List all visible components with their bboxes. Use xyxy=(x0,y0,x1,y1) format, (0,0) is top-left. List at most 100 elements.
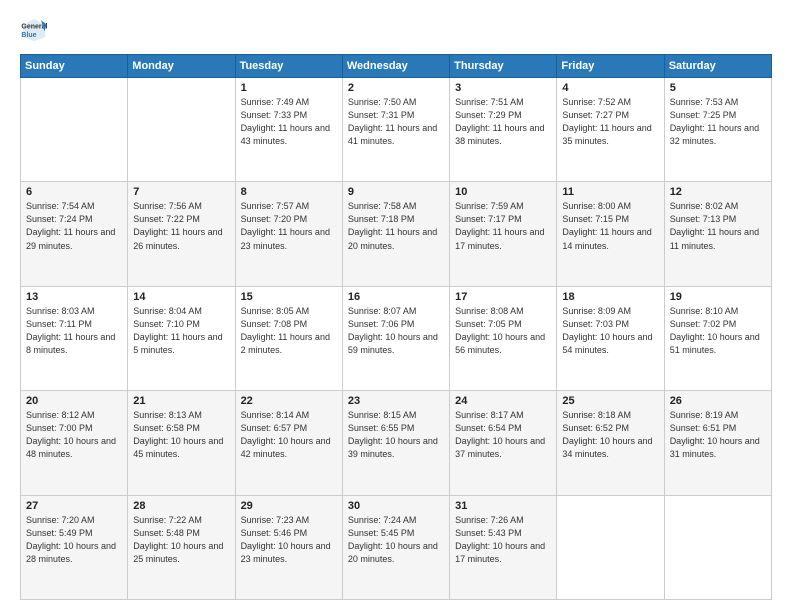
day-number: 6 xyxy=(26,186,122,198)
day-number: 27 xyxy=(26,500,122,512)
day-cell: 28 Sunrise: 7:22 AM Sunset: 5:48 PM Dayli… xyxy=(128,495,235,599)
day-info: Sunrise: 8:15 AM Sunset: 6:55 PM Dayligh… xyxy=(348,409,444,461)
day-number: 2 xyxy=(348,82,444,94)
day-cell: 3 Sunrise: 7:51 AM Sunset: 7:29 PM Daylig… xyxy=(450,78,557,182)
day-info: Sunrise: 7:54 AM Sunset: 7:24 PM Dayligh… xyxy=(26,200,122,252)
day-cell: 23 Sunrise: 8:15 AM Sunset: 6:55 PM Dayli… xyxy=(342,391,449,495)
day-number: 8 xyxy=(241,186,337,198)
day-cell: 25 Sunrise: 8:18 AM Sunset: 6:52 PM Dayli… xyxy=(557,391,664,495)
day-number: 31 xyxy=(455,500,551,512)
day-info: Sunrise: 7:59 AM Sunset: 7:17 PM Dayligh… xyxy=(455,200,551,252)
day-info: Sunrise: 8:12 AM Sunset: 7:00 PM Dayligh… xyxy=(26,409,122,461)
day-cell: 24Sunrise: 8:17 AM Sunset: 6:54 PM Dayli… xyxy=(450,391,557,495)
day-number: 30 xyxy=(348,500,444,512)
day-info: Sunrise: 8:02 AM Sunset: 7:13 PM Dayligh… xyxy=(670,200,766,252)
day-info: Sunrise: 8:07 AM Sunset: 7:06 PM Dayligh… xyxy=(348,305,444,357)
week-row-3: 13 Sunrise: 8:03 AM Sunset: 7:11 PM Dayli… xyxy=(21,286,772,390)
calendar: SundayMondayTuesdayWednesdayThursdayFrid… xyxy=(20,54,772,600)
day-cell: 8Sunrise: 7:57 AM Sunset: 7:20 PM Daylig… xyxy=(235,182,342,286)
weekday-header-thursday: Thursday xyxy=(450,55,557,78)
day-number: 20 xyxy=(26,395,122,407)
day-number: 14 xyxy=(133,291,229,303)
week-row-1: 1Sunrise: 7:49 AM Sunset: 7:33 PM Daylig… xyxy=(21,78,772,182)
day-cell: 11Sunrise: 8:00 AM Sunset: 7:15 PM Dayli… xyxy=(557,182,664,286)
day-number: 29 xyxy=(241,500,337,512)
weekday-header-wednesday: Wednesday xyxy=(342,55,449,78)
day-cell: 2 Sunrise: 7:50 AM Sunset: 7:31 PM Daylig… xyxy=(342,78,449,182)
day-info: Sunrise: 8:13 AM Sunset: 6:58 PM Dayligh… xyxy=(133,409,229,461)
day-number: 19 xyxy=(670,291,766,303)
day-info: Sunrise: 8:05 AM Sunset: 7:08 PM Dayligh… xyxy=(241,305,337,357)
day-cell: 27 Sunrise: 7:20 AM Sunset: 5:49 PM Dayli… xyxy=(21,495,128,599)
day-cell: 6 Sunrise: 7:54 AM Sunset: 7:24 PM Daylig… xyxy=(21,182,128,286)
day-cell: 29 Sunrise: 7:23 AM Sunset: 5:46 PM Dayli… xyxy=(235,495,342,599)
day-number: 23 xyxy=(348,395,444,407)
day-number: 4 xyxy=(562,82,658,94)
day-cell: 22 Sunrise: 8:14 AM Sunset: 6:57 PM Dayli… xyxy=(235,391,342,495)
day-number: 13 xyxy=(26,291,122,303)
generalblue-icon: General Blue xyxy=(20,16,48,44)
day-info: Sunrise: 8:09 AM Sunset: 7:03 PM Dayligh… xyxy=(562,305,658,357)
day-cell: 9Sunrise: 7:58 AM Sunset: 7:18 PM Daylig… xyxy=(342,182,449,286)
day-info: Sunrise: 7:56 AM Sunset: 7:22 PM Dayligh… xyxy=(133,200,229,252)
day-number: 21 xyxy=(133,395,229,407)
week-row-4: 20 Sunrise: 8:12 AM Sunset: 7:00 PM Dayli… xyxy=(21,391,772,495)
weekday-header-saturday: Saturday xyxy=(664,55,771,78)
day-info: Sunrise: 7:24 AM Sunset: 5:45 PM Dayligh… xyxy=(348,514,444,566)
day-cell: 19 Sunrise: 8:10 AM Sunset: 7:02 PM Dayli… xyxy=(664,286,771,390)
day-info: Sunrise: 8:08 AM Sunset: 7:05 PM Dayligh… xyxy=(455,305,551,357)
day-cell: 14 Sunrise: 8:04 AM Sunset: 7:10 PM Dayli… xyxy=(128,286,235,390)
day-number: 22 xyxy=(241,395,337,407)
weekday-header-tuesday: Tuesday xyxy=(235,55,342,78)
day-number: 28 xyxy=(133,500,229,512)
day-cell: 26Sunrise: 8:19 AM Sunset: 6:51 PM Dayli… xyxy=(664,391,771,495)
day-number: 15 xyxy=(241,291,337,303)
day-cell: 20 Sunrise: 8:12 AM Sunset: 7:00 PM Dayli… xyxy=(21,391,128,495)
day-number: 10 xyxy=(455,186,551,198)
day-number: 3 xyxy=(455,82,551,94)
week-row-5: 27 Sunrise: 7:20 AM Sunset: 5:49 PM Dayli… xyxy=(21,495,772,599)
calendar-header-row: SundayMondayTuesdayWednesdayThursdayFrid… xyxy=(21,55,772,78)
day-number: 25 xyxy=(562,395,658,407)
day-info: Sunrise: 8:17 AM Sunset: 6:54 PM Dayligh… xyxy=(455,409,551,461)
logo: General Blue xyxy=(20,16,52,44)
header: General Blue xyxy=(20,16,772,44)
day-info: Sunrise: 8:04 AM Sunset: 7:10 PM Dayligh… xyxy=(133,305,229,357)
day-number: 17 xyxy=(455,291,551,303)
day-number: 1 xyxy=(241,82,337,94)
day-cell: 15 Sunrise: 8:05 AM Sunset: 7:08 PM Dayli… xyxy=(235,286,342,390)
day-cell: 4 Sunrise: 7:52 AM Sunset: 7:27 PM Daylig… xyxy=(557,78,664,182)
day-number: 5 xyxy=(670,82,766,94)
day-info: Sunrise: 8:10 AM Sunset: 7:02 PM Dayligh… xyxy=(670,305,766,357)
day-cell: 21 Sunrise: 8:13 AM Sunset: 6:58 PM Dayli… xyxy=(128,391,235,495)
day-cell: 12 Sunrise: 8:02 AM Sunset: 7:13 PM Dayli… xyxy=(664,182,771,286)
day-info: Sunrise: 8:14 AM Sunset: 6:57 PM Dayligh… xyxy=(241,409,337,461)
day-info: Sunrise: 7:52 AM Sunset: 7:27 PM Dayligh… xyxy=(562,96,658,148)
day-cell: 17 Sunrise: 8:08 AM Sunset: 7:05 PM Dayli… xyxy=(450,286,557,390)
day-cell: 7Sunrise: 7:56 AM Sunset: 7:22 PM Daylig… xyxy=(128,182,235,286)
day-cell: 30 Sunrise: 7:24 AM Sunset: 5:45 PM Dayli… xyxy=(342,495,449,599)
day-cell xyxy=(664,495,771,599)
day-cell: 16 Sunrise: 8:07 AM Sunset: 7:06 PM Dayli… xyxy=(342,286,449,390)
weekday-header-friday: Friday xyxy=(557,55,664,78)
day-info: Sunrise: 7:51 AM Sunset: 7:29 PM Dayligh… xyxy=(455,96,551,148)
day-number: 12 xyxy=(670,186,766,198)
svg-text:Blue: Blue xyxy=(21,32,36,39)
day-info: Sunrise: 7:23 AM Sunset: 5:46 PM Dayligh… xyxy=(241,514,337,566)
day-cell: 31Sunrise: 7:26 AM Sunset: 5:43 PM Dayli… xyxy=(450,495,557,599)
day-cell xyxy=(557,495,664,599)
day-info: Sunrise: 7:53 AM Sunset: 7:25 PM Dayligh… xyxy=(670,96,766,148)
day-info: Sunrise: 8:00 AM Sunset: 7:15 PM Dayligh… xyxy=(562,200,658,252)
day-number: 16 xyxy=(348,291,444,303)
day-info: Sunrise: 7:50 AM Sunset: 7:31 PM Dayligh… xyxy=(348,96,444,148)
day-number: 18 xyxy=(562,291,658,303)
day-cell: 18 Sunrise: 8:09 AM Sunset: 7:03 PM Dayli… xyxy=(557,286,664,390)
day-info: Sunrise: 8:03 AM Sunset: 7:11 PM Dayligh… xyxy=(26,305,122,357)
day-info: Sunrise: 7:20 AM Sunset: 5:49 PM Dayligh… xyxy=(26,514,122,566)
day-cell: 1Sunrise: 7:49 AM Sunset: 7:33 PM Daylig… xyxy=(235,78,342,182)
day-number: 26 xyxy=(670,395,766,407)
day-info: Sunrise: 7:58 AM Sunset: 7:18 PM Dayligh… xyxy=(348,200,444,252)
day-info: Sunrise: 8:18 AM Sunset: 6:52 PM Dayligh… xyxy=(562,409,658,461)
day-cell xyxy=(21,78,128,182)
day-info: Sunrise: 7:22 AM Sunset: 5:48 PM Dayligh… xyxy=(133,514,229,566)
